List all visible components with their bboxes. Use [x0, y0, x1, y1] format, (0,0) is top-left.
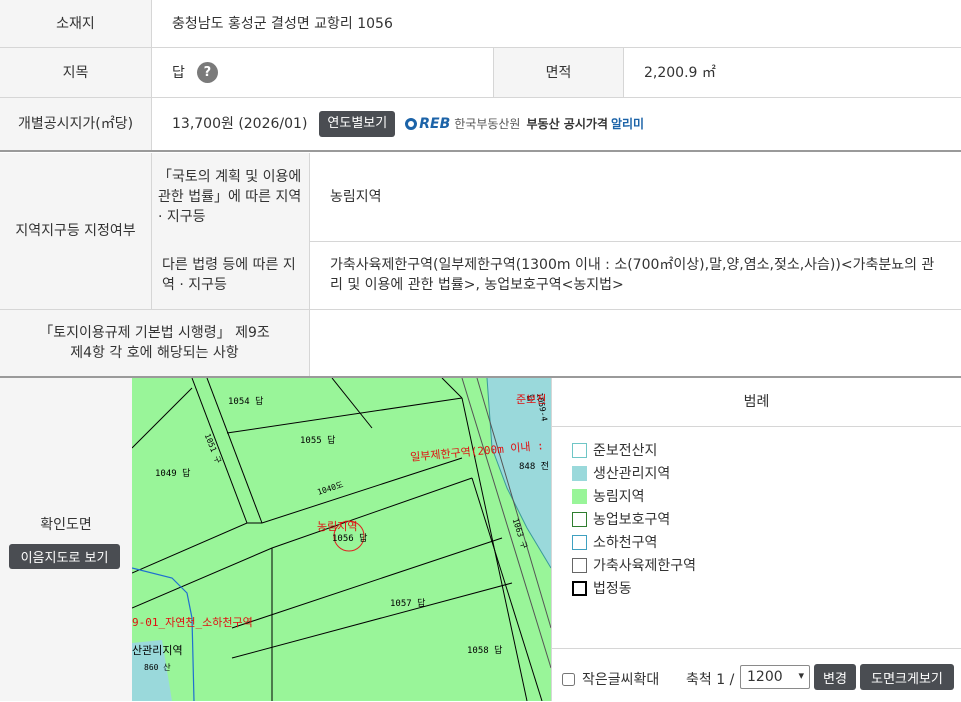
reb-logo-icon [405, 118, 418, 130]
legend-label: 준보전산지 [593, 443, 658, 459]
legend-item: 생산관리지역 [572, 463, 670, 483]
map-section-label: 확인도면 [40, 517, 92, 533]
map-label-1057: 1057 답 [390, 599, 426, 609]
land-category-cell: 답 ? [152, 48, 494, 97]
scale-select-value: 1200 [747, 669, 783, 685]
legend-item: 농림지역 [572, 486, 645, 506]
zoning-sub2: 다른 법령 등에 따른 지역 · 지구등 가축사육제한구역(일부제한구역(130… [152, 241, 961, 309]
legend-swatch [572, 534, 587, 550]
price-value: 13,700원 (2026/01) [172, 116, 308, 132]
scale-change-button[interactable]: 변경 [814, 664, 856, 690]
map-label-river-zone: 9-01_자연천_소하천구역 [132, 616, 253, 629]
legend-swatch [572, 442, 587, 458]
map-label-1055: 1055 답 [300, 436, 336, 446]
legend-label: 소하천구역 [593, 535, 658, 551]
category-row: 지목 답 ? 면적 2,200.9 ㎡ [0, 48, 961, 98]
reb-service-a: 부동산 공시가격 [526, 117, 608, 131]
legend-label: 농림지역 [593, 489, 645, 505]
map-label-farm-zone: 농림지역 [317, 520, 358, 533]
scale-label: 축척 1 / [686, 672, 735, 688]
legend-swatch [572, 488, 587, 504]
location-row: 소재지 충청남도 홍성군 결성면 교항리 1056 [0, 0, 961, 48]
zoning-sub2-value: 가축사육제한구역(일부제한구역(1300m 이내 : 소(700㎡이상),말,양… [330, 257, 935, 293]
scale-select[interactable]: 1200 ▾ [740, 665, 810, 689]
legend-label: 농업보호구역 [593, 512, 671, 528]
cadastral-map[interactable]: 1054 답 1055 답 1049 답 1056 답 1057 답 1058 … [132, 378, 551, 701]
area-value: 2,200.9 ㎡ [644, 64, 716, 81]
map-label-848: 848 전 [519, 462, 549, 472]
legend-item: 농업보호구역 [572, 509, 670, 529]
help-icon[interactable]: ? [196, 62, 218, 83]
yearly-view-button[interactable]: 연도별보기 [319, 111, 396, 137]
legend-swatch [572, 557, 587, 573]
legend-title: 범례 [552, 378, 961, 427]
legend-item: 법정동 [572, 578, 632, 598]
location-value: 충청남도 홍성군 결성면 교항리 1056 [172, 15, 393, 32]
zoning-sub2-label: 다른 법령 등에 따른 지역 · 지구등 [152, 241, 310, 309]
regulation-row: 「토지이용규제 기본법 시행령」 제9조 제4항 각 호에 해당되는 사항 [0, 310, 961, 378]
map-label-1058: 1058 답 [467, 646, 503, 656]
chevron-down-icon: ▾ [798, 669, 804, 682]
legend-item: 준보전산지 [572, 440, 657, 460]
legend-swatch [572, 465, 587, 481]
price-row: 개별공시지가(㎡당) 13,700원 (2026/01) 연도별보기 REB 한… [0, 98, 961, 152]
price-label: 개별공시지가(㎡당) [0, 98, 152, 150]
legend-item: 소하천구역 [572, 532, 657, 552]
location-label: 소재지 [0, 0, 152, 47]
legend-swatch [572, 511, 587, 527]
reb-link[interactable]: REB 한국부동산원 부동산 공시가격 알리미 [405, 114, 644, 134]
area-label: 면적 [494, 48, 624, 97]
legend-swatch [572, 580, 587, 596]
zoning-row: 지역지구등 지정여부 「국토의 계획 및 이용에 관한 법률」에 따른 지역 ·… [0, 153, 961, 310]
small-text-toggle[interactable]: 작은글씨확대 [562, 669, 659, 689]
zoning-label: 지역지구등 지정여부 [0, 153, 152, 309]
map-section-header: 확인도면 이음지도로 보기 [0, 378, 132, 701]
legend-label: 가축사육제한구역 [593, 558, 697, 574]
zoning-sub1: 「국토의 계획 및 이용에 관한 법률」에 따른 지역 · 지구등 농림지역 [152, 153, 961, 242]
small-text-checkbox[interactable] [562, 672, 575, 686]
open-map-button[interactable]: 이음지도로 보기 [9, 544, 120, 569]
reb-brand-name: 한국부동산원 [454, 117, 521, 131]
map-label-mgmt-zone: 산관리지역 [132, 644, 183, 657]
map-section: 확인도면 이음지도로 보기 1054 답 1055 답 1049 답 1056 … [0, 378, 961, 701]
enlarge-map-button[interactable]: 도면크게보기 [860, 664, 954, 690]
legend-label: 법정동 [593, 581, 632, 597]
regulation-label: 「토지이용규제 기본법 시행령」 제9조 제4항 각 호에 해당되는 사항 [0, 310, 310, 376]
legend-item: 가축사육제한구역 [572, 555, 696, 575]
small-text-label: 작은글씨확대 [582, 672, 660, 688]
map-label-1049: 1049 답 [155, 469, 191, 479]
zoning-sub1-label: 「국토의 계획 및 이용에 관한 법률」에 따른 지역 · 지구등 [152, 153, 310, 241]
regulation-value [310, 310, 961, 376]
land-category-label: 지목 [0, 48, 152, 97]
price-cell: 13,700원 (2026/01) 연도별보기 REB 한국부동산원 부동산 공… [152, 98, 961, 150]
legend-panel: 범례 준보전산지생산관리지역농림지역농업보호구역소하천구역가축사육제한구역법정동… [551, 378, 961, 701]
legend-label: 생산관리지역 [593, 466, 671, 482]
map-label-860: 860 산 [144, 663, 171, 672]
map-label-1054: 1054 답 [228, 397, 264, 407]
legend-footer: 작은글씨확대 축척 1 / 1200 ▾ 변경 도면크게보기 [552, 648, 961, 702]
reb-service-b: 알리미 [610, 117, 645, 131]
reb-logo-text: REB [419, 116, 451, 132]
land-category-value: 답 [172, 64, 185, 81]
map-label-reserve-zone: 준보전 [516, 393, 547, 406]
zoning-sub1-value: 농림지역 [330, 189, 382, 205]
